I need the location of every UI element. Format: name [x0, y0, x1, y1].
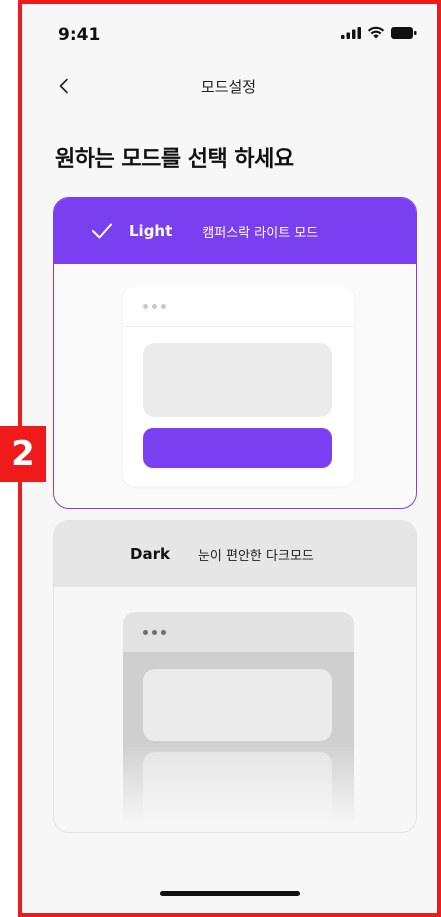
check-icon — [92, 223, 112, 239]
light-mode-preview — [123, 287, 354, 486]
preview-window-bar — [123, 287, 354, 327]
light-mode-header: Light 캠퍼스락 라이트 모드 — [54, 198, 416, 264]
annotation-border-bottom — [18, 913, 441, 917]
dark-mode-header: Dark 눈이 편안한 다크모드 — [54, 521, 416, 587]
mode-name: Light — [129, 222, 173, 240]
dot-icon — [161, 304, 166, 309]
preview-body — [123, 652, 354, 824]
annotation-border-right — [437, 0, 441, 917]
mode-description: 캠퍼스락 라이트 모드 — [202, 225, 319, 241]
wifi-icon — [367, 26, 385, 39]
home-indicator — [160, 891, 300, 896]
light-mode-option[interactable]: Light 캠퍼스락 라이트 모드 — [53, 197, 417, 509]
annotation-badge: 2 — [0, 426, 46, 482]
mode-name: Dark — [130, 545, 170, 563]
mode-description: 눈이 편안한 다크모드 — [197, 548, 314, 564]
status-time: 9:41 — [58, 25, 101, 45]
section-heading: 원하는 모드를 선택 하세요 — [55, 147, 294, 172]
phone-screen: 9:41 모드설정 원하는 모드를 선택 하세요 Light 캠퍼스락 라이트 … — [22, 4, 435, 911]
preview-content-box — [143, 669, 332, 741]
dot-icon — [152, 629, 157, 635]
signal-icon — [341, 26, 361, 39]
preview-content-box — [143, 343, 332, 417]
dot-icon — [161, 629, 166, 635]
dot-icon — [143, 304, 148, 309]
dot-icon — [152, 304, 157, 309]
screen-frame: 9:41 모드설정 원하는 모드를 선택 하세요 Light 캠퍼스락 라이트 … — [0, 0, 441, 917]
page-title: 모드설정 — [200, 78, 257, 96]
dark-mode-preview — [123, 612, 354, 824]
preview-window-bar — [123, 612, 354, 652]
preview-content-box — [143, 752, 332, 824]
preview-button — [143, 428, 332, 468]
dark-mode-option[interactable]: Dark 눈이 편안한 다크모드 — [53, 520, 417, 833]
battery-icon — [391, 26, 417, 39]
status-icons — [341, 26, 417, 39]
dot-icon — [143, 629, 148, 635]
